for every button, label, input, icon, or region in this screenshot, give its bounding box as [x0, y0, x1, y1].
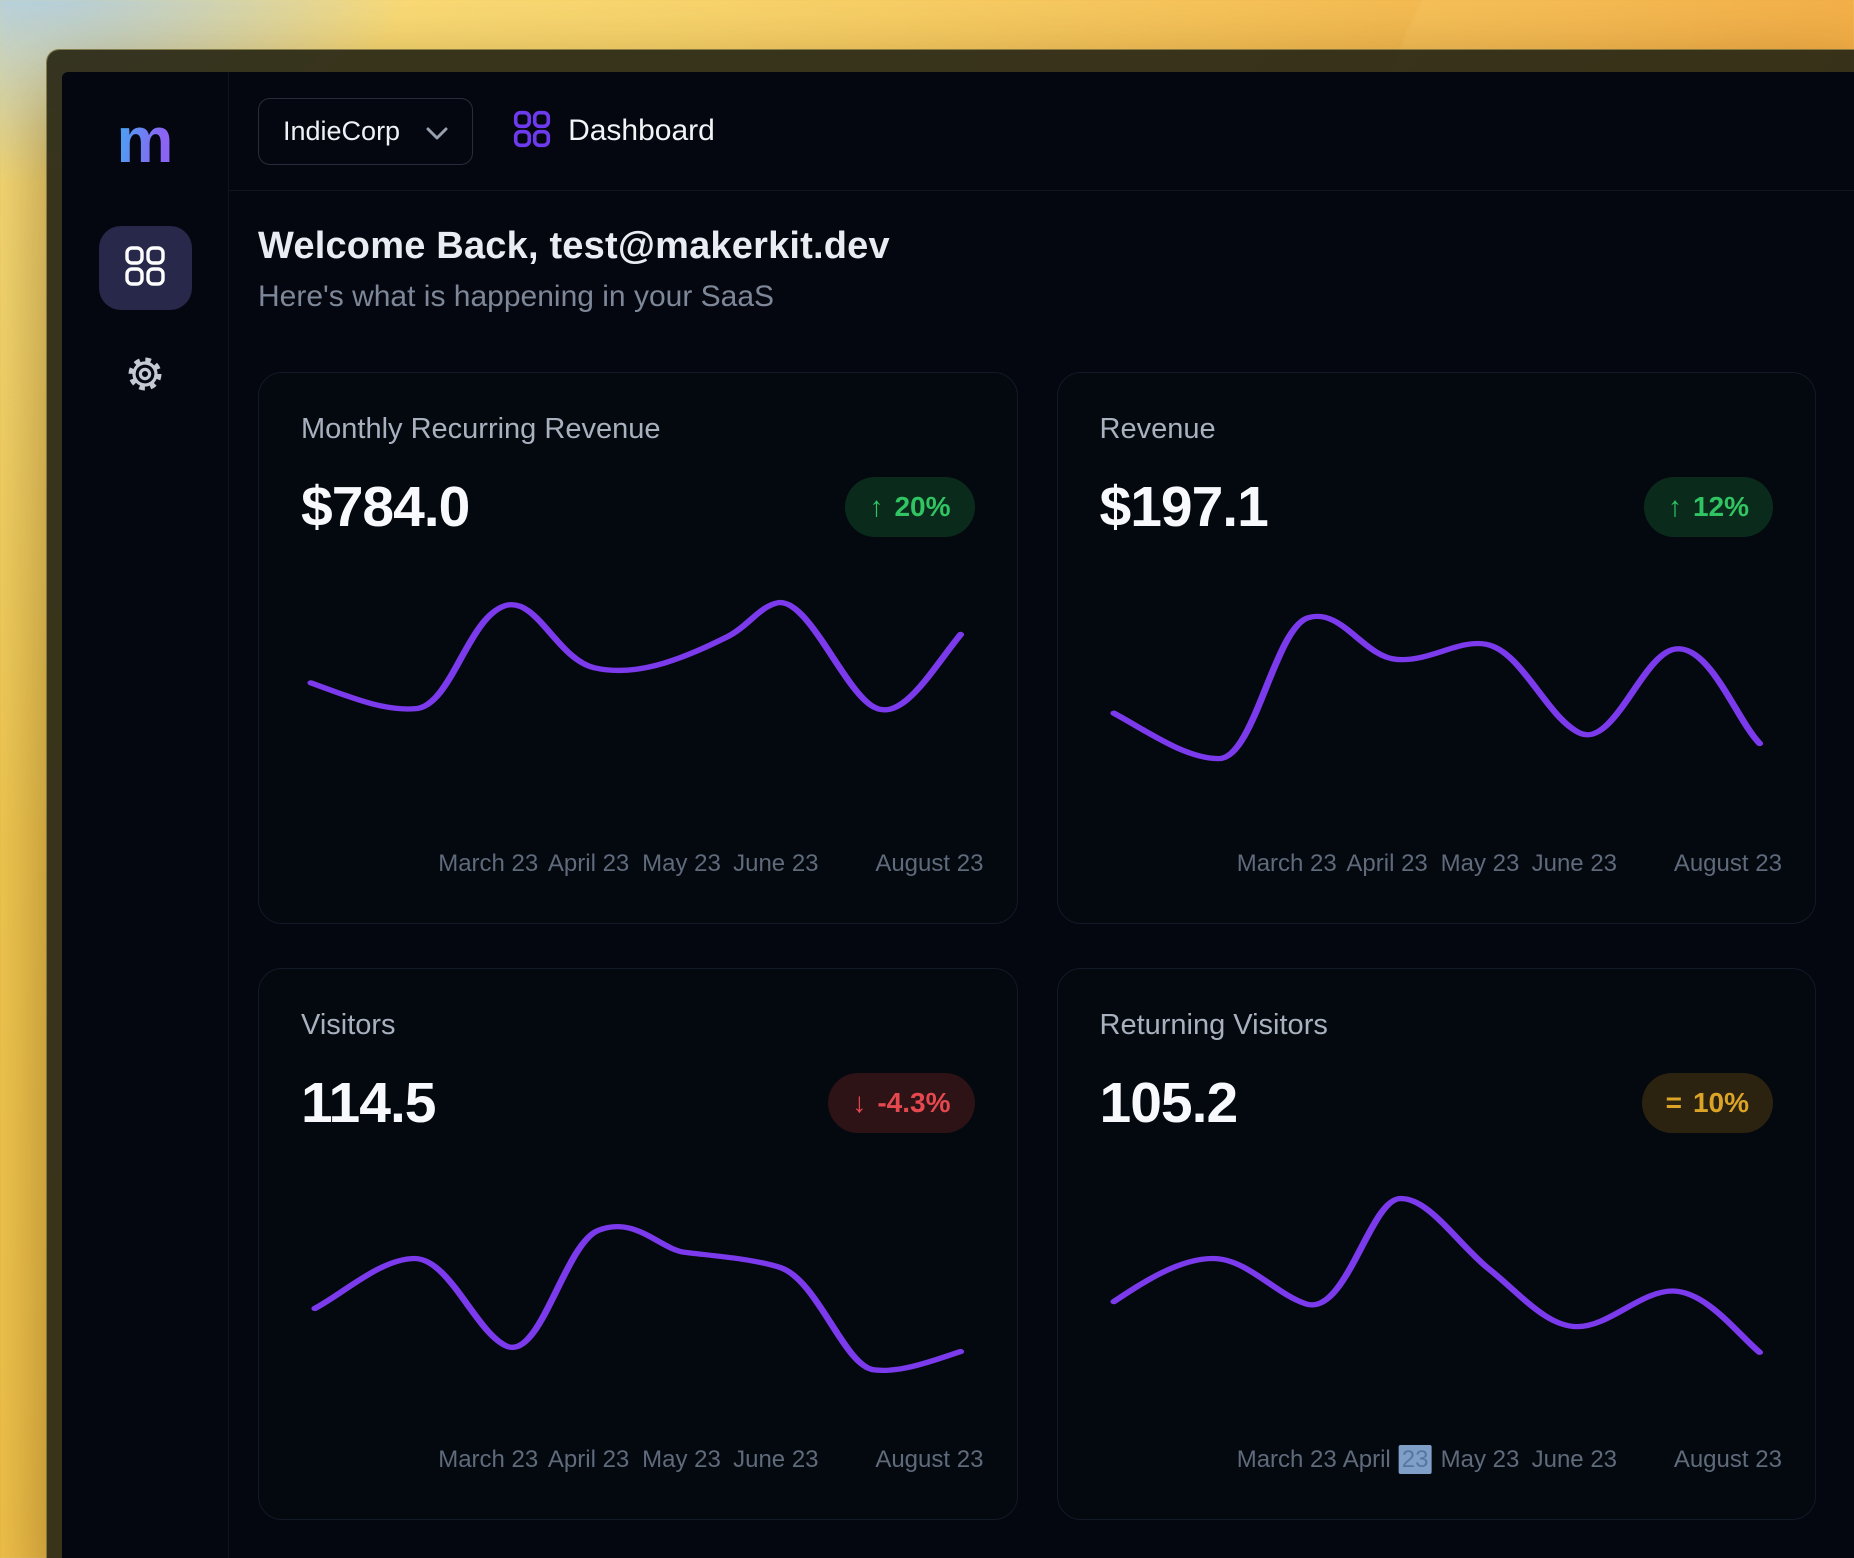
- gear-icon: [123, 352, 167, 401]
- x-tick: June 23: [733, 850, 818, 878]
- x-tick: August 23: [1674, 1446, 1782, 1474]
- stats-card-grid: Monthly Recurring Revenue $784.0 ↑ 20%: [258, 372, 1816, 1520]
- equals-icon: =: [1666, 1089, 1682, 1117]
- line-chart-revenue[interactable]: [1100, 586, 1774, 798]
- x-tick: April 23: [1346, 850, 1427, 878]
- page-content: Welcome Back, test@makerkit.dev Here's w…: [229, 191, 1854, 1520]
- value-row: 114.5 ↓ -4.3%: [301, 1070, 975, 1136]
- card-title: Monthly Recurring Revenue: [301, 413, 975, 446]
- topbar: IndieCorp Dashboard: [229, 72, 1854, 191]
- card-returning-visitors: Returning Visitors 105.2 = 10%: [1057, 968, 1817, 1520]
- arrow-up-icon: ↑: [1668, 493, 1682, 521]
- welcome-subtitle: Here's what is happening in your SaaS: [258, 280, 1816, 314]
- app-window-frame: m: [47, 50, 1854, 1558]
- team-selector-button[interactable]: IndieCorp: [258, 98, 473, 165]
- value-row: $784.0 ↑ 20%: [301, 474, 975, 540]
- team-selector-label: IndieCorp: [283, 116, 400, 147]
- card-monthly-recurring-revenue: Monthly Recurring Revenue $784.0 ↑ 20%: [258, 372, 1018, 924]
- trend-value: 20%: [894, 491, 950, 523]
- welcome-heading: Welcome Back, test@makerkit.dev: [258, 225, 1816, 268]
- x-tick: April 23: [548, 1446, 629, 1474]
- desktop: { "app": { "logo_text": "m", "team_selec…: [0, 0, 1854, 1558]
- x-tick: August 23: [1674, 850, 1782, 878]
- arrow-down-icon: ↓: [852, 1089, 866, 1117]
- sidebar: m: [62, 72, 229, 1558]
- chart-line-path: [315, 1227, 961, 1371]
- card-revenue: Revenue $197.1 ↑ 12%: [1057, 372, 1817, 924]
- selection-highlight: 23: [1399, 1445, 1432, 1474]
- makerkit-logo: m: [117, 108, 174, 172]
- x-axis-labels: March 23 April 23 May 23 June 23 August …: [301, 850, 975, 880]
- x-tick: March 23: [438, 850, 538, 878]
- app-window: m: [62, 72, 1854, 1558]
- x-tick: March 23: [1237, 1446, 1337, 1474]
- x-tick: June 23: [1532, 850, 1617, 878]
- line-chart-mrr[interactable]: [301, 586, 975, 798]
- metric-value: $784.0: [301, 474, 469, 540]
- card-title: Visitors: [301, 1009, 975, 1042]
- page-title: Dashboard: [568, 114, 715, 148]
- metric-value: 114.5: [301, 1070, 436, 1136]
- x-axis-labels: March 23 April 23 May 23 June 23 August …: [301, 1446, 975, 1476]
- x-tick: May 23: [642, 1446, 721, 1474]
- metric-value: $197.1: [1100, 474, 1268, 540]
- chart-line-path: [1113, 1199, 1759, 1353]
- trend-badge: ↓ -4.3%: [828, 1073, 974, 1133]
- value-row: $197.1 ↑ 12%: [1100, 474, 1774, 540]
- x-tick: April 23: [548, 850, 629, 878]
- x-tick: March 23: [1237, 850, 1337, 878]
- dashboard-grid-icon-purple: [513, 110, 551, 153]
- arrow-up-icon: ↑: [869, 493, 883, 521]
- trend-badge: ↑ 20%: [845, 477, 974, 537]
- sidebar-item-dashboard[interactable]: [99, 226, 192, 310]
- line-chart-visitors[interactable]: [301, 1182, 975, 1394]
- dashboard-grid-icon: [124, 245, 166, 292]
- x-axis-labels: March 23 April 23 May 23 June 23 August …: [1100, 850, 1774, 880]
- x-tick: August 23: [875, 1446, 983, 1474]
- chevron-down-icon: [426, 116, 448, 147]
- value-row: 105.2 = 10%: [1100, 1070, 1774, 1136]
- trend-value: 10%: [1693, 1087, 1749, 1119]
- chart-line-path: [1113, 616, 1759, 758]
- line-chart-returning-visitors[interactable]: [1100, 1182, 1774, 1394]
- x-tick: August 23: [875, 850, 983, 878]
- card-title: Returning Visitors: [1100, 1009, 1774, 1042]
- x-axis-labels: March 23 April23 May 23 June 23 August 2…: [1100, 1446, 1774, 1476]
- card-title: Revenue: [1100, 413, 1774, 446]
- main-column: IndieCorp Dashboard: [229, 72, 1854, 1558]
- x-tick: May 23: [642, 850, 721, 878]
- trend-value: -4.3%: [877, 1087, 950, 1119]
- x-tick: May 23: [1441, 1446, 1520, 1474]
- trend-badge: ↑ 12%: [1644, 477, 1773, 537]
- metric-value: 105.2: [1100, 1070, 1238, 1136]
- x-tick: June 23: [733, 1446, 818, 1474]
- x-tick-selected: April 23: [1343, 1446, 1432, 1474]
- chart-line-path: [311, 603, 961, 710]
- page-header: Dashboard: [513, 110, 715, 153]
- x-tick: March 23: [438, 1446, 538, 1474]
- x-tick-prefix: April: [1343, 1446, 1391, 1473]
- trend-value: 12%: [1693, 491, 1749, 523]
- x-tick: June 23: [1532, 1446, 1617, 1474]
- card-visitors: Visitors 114.5 ↓ -4.3%: [258, 968, 1018, 1520]
- sidebar-item-settings[interactable]: [99, 344, 192, 408]
- trend-badge: = 10%: [1642, 1073, 1773, 1133]
- x-tick: May 23: [1441, 850, 1520, 878]
